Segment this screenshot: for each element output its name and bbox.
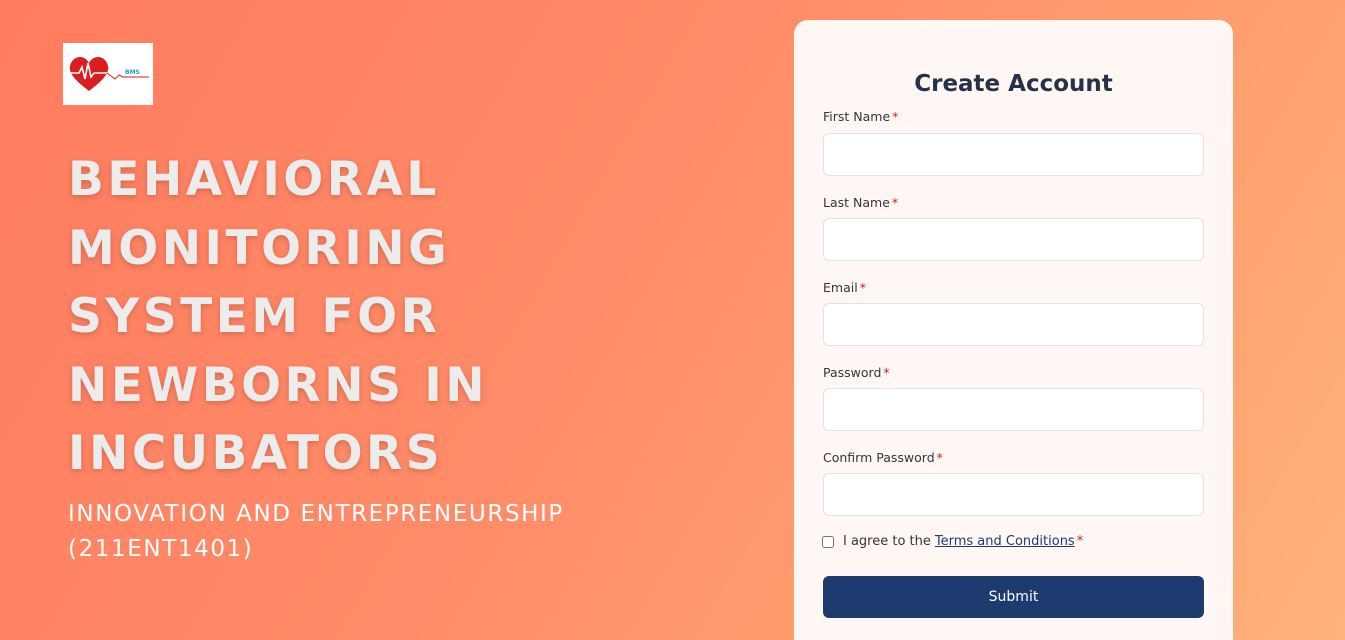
first-name-label-text: First Name [823,109,891,124]
required-marker: * [892,109,899,124]
email-input[interactable] [823,303,1204,346]
logo: BMS [63,43,153,105]
terms-checkbox[interactable] [822,535,834,548]
email-label-text: Email [823,280,858,295]
first-name-input[interactable] [823,133,1204,176]
form-title: Create Account [914,71,1113,97]
first-name-label: First Name * [823,109,898,124]
confirm-password-input[interactable] [823,473,1204,516]
required-marker: * [1076,534,1084,549]
hero-title: BEHAVIORAL MONITORING SYSTEM FOR NEWBORN… [68,152,489,481]
logo-text: BMS [125,69,140,76]
terms-link[interactable]: Terms and Conditions [935,534,1075,549]
last-name-input[interactable] [823,218,1204,261]
password-label-text: Password [823,365,882,380]
required-marker: * [891,195,899,210]
confirm-password-label: Confirm Password * [823,450,943,465]
last-name-label: Last Name * [823,195,898,210]
heart-pulse-icon: BMS [67,57,149,91]
required-marker: * [936,450,943,465]
required-marker: * [859,280,866,295]
required-marker: * [883,365,890,380]
password-input[interactable] [823,388,1204,431]
last-name-label-text: Last Name [823,195,890,210]
submit-button[interactable]: Submit [823,576,1204,618]
hero-subtitle: INNOVATION AND ENTREPRENEURSHIP (211ENT1… [68,501,564,562]
agree-text: I agree to the [843,534,931,549]
password-label: Password * [823,365,890,380]
confirm-password-label-text: Confirm Password [823,450,935,465]
email-label: Email * [823,280,866,295]
create-account-card: Create Account First Name * Last Name * Em… [794,20,1233,640]
terms-agreement: I agree to the Terms and Conditions * [822,534,1083,549]
